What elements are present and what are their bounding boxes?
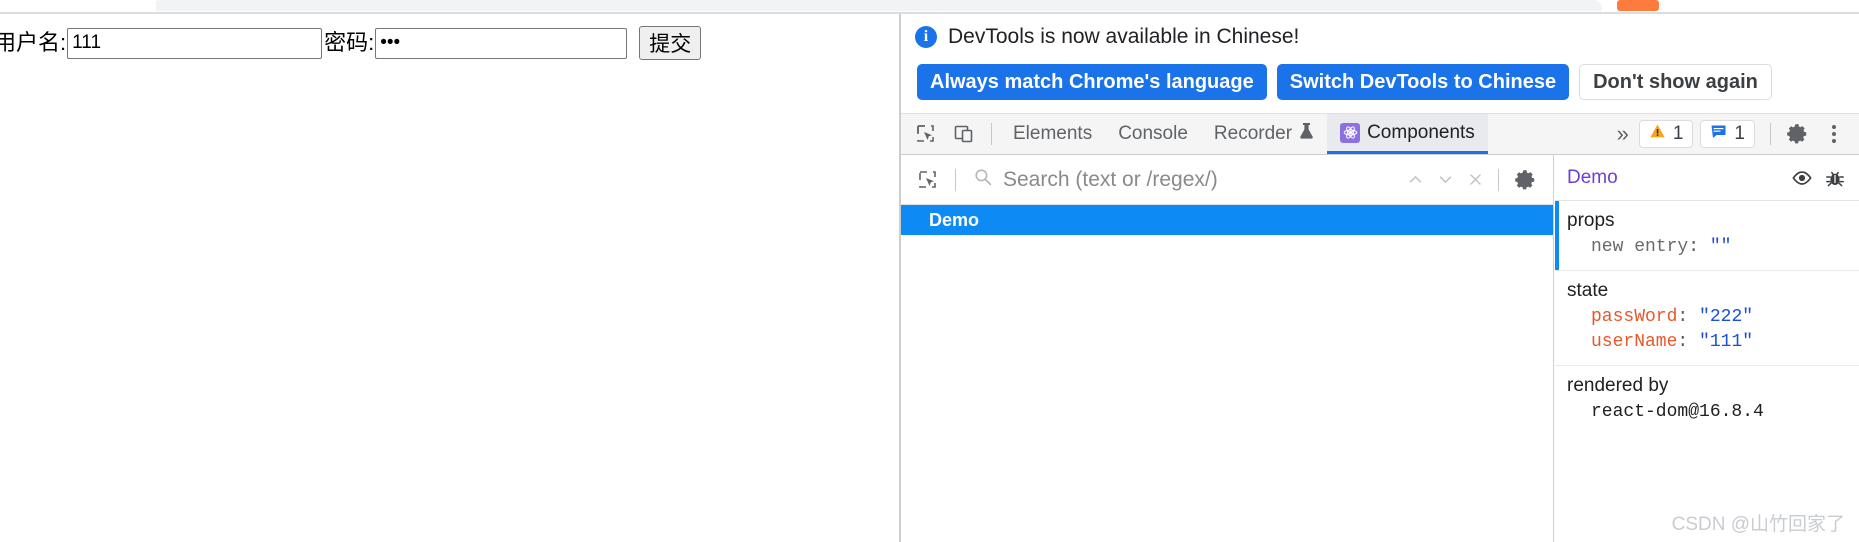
component-tree-list: Demo [901, 205, 1553, 235]
message-count-badge[interactable]: 1 [1700, 120, 1755, 148]
search-icon [974, 168, 992, 191]
props-row[interactable]: new entry: "" [1567, 235, 1859, 261]
rendered-by-title: rendered by [1567, 374, 1669, 396]
state-key-username: userName [1591, 332, 1678, 353]
page-viewport: 用户名: 密码: 提交 [0, 14, 900, 542]
tab-recorder[interactable]: Recorder [1201, 114, 1327, 154]
state-row-username[interactable]: userName: "111" [1567, 330, 1859, 356]
toolbar-separator-2 [1770, 123, 1771, 145]
notification-header: i DevTools is now available in Chinese! [915, 22, 1845, 52]
always-match-chrome-language-button[interactable]: Always match Chrome's language [917, 64, 1267, 100]
tab-console[interactable]: Console [1105, 114, 1201, 154]
component-detail-header: Demo [1555, 155, 1859, 201]
props-key: new entry [1591, 237, 1689, 257]
message-icon [1710, 123, 1727, 146]
tab-elements-label: Elements [1013, 123, 1093, 144]
components-panel: Demo Demo [901, 155, 1859, 542]
password-input[interactable] [375, 27, 628, 59]
warning-icon [1649, 123, 1666, 146]
chevron-up-icon[interactable] [1400, 165, 1430, 195]
warning-count-label: 1 [1672, 123, 1684, 144]
rendered-by-value: react-dom@16.8.4 [1591, 401, 1764, 422]
component-tree-toolbar [901, 155, 1553, 205]
notification-message: DevTools is now available in Chinese! [948, 25, 1300, 48]
tab-elements[interactable]: Elements [1000, 114, 1105, 154]
tree-item-label: Demo [929, 209, 980, 230]
devtools-panel: i DevTools is now available in Chinese! … [901, 14, 1859, 542]
tab-components[interactable]: Components [1327, 114, 1488, 154]
props-value: "" [1709, 237, 1732, 257]
extension-badge[interactable] [1617, 0, 1659, 11]
tree-item-demo[interactable]: Demo [901, 205, 1553, 235]
browser-tab[interactable] [152, 0, 1602, 11]
components-settings-gear-icon[interactable] [1510, 164, 1542, 196]
props-section-title: props [1567, 210, 1615, 231]
component-detail-column: Demo props new entry: "" state passWord:… [1555, 155, 1859, 542]
props-section: props new entry: "" [1555, 201, 1859, 271]
chevron-down-icon[interactable] [1430, 165, 1460, 195]
login-form: 用户名: 密码: 提交 [0, 26, 702, 60]
tree-toolbar-separator-2 [1498, 168, 1499, 191]
selected-component-name: Demo [1567, 166, 1618, 188]
kebab-menu-icon[interactable] [1821, 120, 1847, 148]
rendered-by-section: rendered by react-dom@16.8.4 [1555, 366, 1859, 435]
close-icon[interactable] [1460, 165, 1490, 195]
dont-show-again-button[interactable]: Don't show again [1579, 64, 1772, 100]
react-atom-icon [1340, 122, 1361, 143]
state-value-username: "111" [1699, 332, 1754, 353]
eye-icon[interactable] [1788, 164, 1816, 192]
select-component-icon[interactable] [912, 164, 944, 196]
component-tree-column: Demo [901, 155, 1554, 542]
message-count-label: 1 [1734, 123, 1745, 144]
username-input[interactable] [67, 27, 323, 59]
flask-icon [1299, 122, 1314, 146]
browser-chrome-strip [0, 0, 1859, 12]
component-search [964, 166, 1400, 193]
section-accent-bar [1555, 201, 1559, 270]
screenshot-root: 用户名: 密码: 提交 i DevTools is now available … [0, 0, 1859, 542]
devtools-tabbar: Elements Console Recorder Components » 1… [901, 113, 1859, 155]
password-label: 密码: [324, 30, 375, 55]
warning-count-badge[interactable]: 1 [1638, 120, 1694, 148]
username-label: 用户名: [0, 30, 67, 55]
tab-console-label: Console [1118, 123, 1188, 144]
info-icon: i [915, 26, 937, 48]
toolbar-separator [991, 123, 992, 145]
search-input[interactable] [1001, 166, 1400, 193]
language-notification-banner: i DevTools is now available in Chinese! … [901, 14, 1859, 113]
tab-components-label: Components [1367, 121, 1475, 143]
csdn-watermark: CSDN @山竹回家了 [1671, 514, 1845, 535]
bug-icon[interactable] [1821, 164, 1849, 192]
state-row-password[interactable]: passWord: "222" [1567, 305, 1859, 331]
tree-toolbar-separator [955, 168, 956, 191]
notification-actions: Always match Chrome's language Switch De… [915, 64, 1845, 100]
browser-tab-curve [130, 0, 156, 11]
inspect-element-icon[interactable] [910, 118, 942, 150]
state-section: state passWord: "222" userName: "111" [1555, 271, 1859, 366]
state-section-title: state [1567, 279, 1609, 301]
more-tabs-icon[interactable]: » [1607, 121, 1639, 147]
gear-icon[interactable] [1782, 118, 1814, 150]
state-key-password: passWord [1591, 306, 1678, 327]
tab-recorder-label: Recorder [1213, 123, 1293, 144]
device-toolbar-icon[interactable] [948, 118, 980, 150]
state-value-password: "222" [1699, 306, 1754, 327]
switch-devtools-to-chinese-button[interactable]: Switch DevTools to Chinese [1276, 64, 1570, 100]
submit-button[interactable]: 提交 [639, 26, 702, 60]
